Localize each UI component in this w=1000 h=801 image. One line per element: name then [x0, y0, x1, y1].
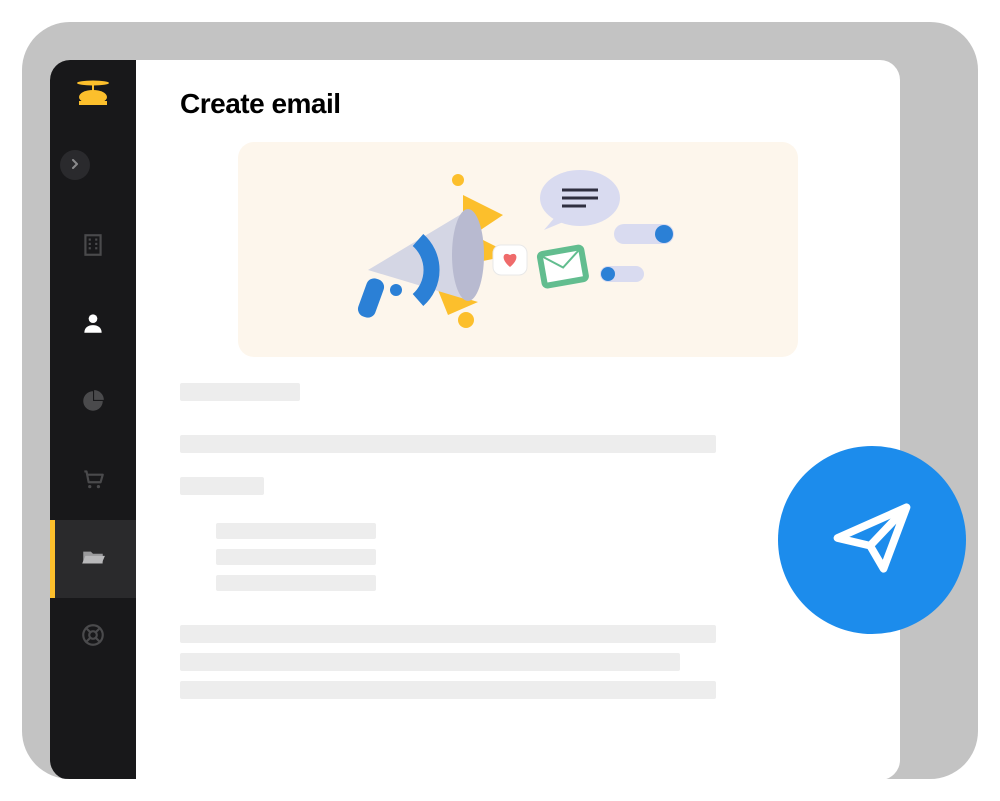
- megaphone-illustration-icon: [298, 160, 738, 340]
- main-content: Create email: [136, 60, 900, 779]
- page-title: Create email: [180, 88, 856, 120]
- sidebar-nav: [50, 208, 136, 676]
- content-placeholder: [180, 383, 856, 699]
- device-frame: Create email: [22, 22, 978, 779]
- placeholder-line: [216, 549, 376, 565]
- placeholder-line: [180, 681, 716, 699]
- sidebar-item-analytics[interactable]: [50, 364, 136, 442]
- folder-open-icon: [80, 544, 106, 575]
- app-window: Create email: [50, 60, 900, 779]
- help-icon: [80, 622, 106, 653]
- hero-illustration: [238, 142, 798, 357]
- person-icon: [80, 310, 106, 341]
- paper-plane-icon: [824, 490, 920, 591]
- placeholder-line: [216, 575, 376, 591]
- send-button[interactable]: [778, 446, 966, 634]
- sidebar-item-content[interactable]: [50, 520, 136, 598]
- building-icon: [80, 232, 106, 263]
- sidebar-item-organization[interactable]: [50, 208, 136, 286]
- placeholder-line: [180, 625, 716, 643]
- pie-chart-icon: [80, 388, 106, 419]
- sidebar-item-support[interactable]: [50, 598, 136, 676]
- placeholder-line: [180, 653, 680, 671]
- placeholder-line: [180, 477, 264, 495]
- placeholder-line: [216, 523, 376, 539]
- chevron-right-icon: [70, 156, 80, 174]
- sidebar-item-contacts[interactable]: [50, 286, 136, 364]
- sidebar: [50, 60, 136, 779]
- propeller-cap-icon: [73, 79, 113, 105]
- placeholder-line: [180, 383, 300, 401]
- sidebar-expand-toggle[interactable]: [60, 150, 90, 180]
- cart-icon: [80, 466, 106, 497]
- app-logo[interactable]: [73, 78, 113, 106]
- placeholder-line: [180, 435, 716, 453]
- sidebar-item-commerce[interactable]: [50, 442, 136, 520]
